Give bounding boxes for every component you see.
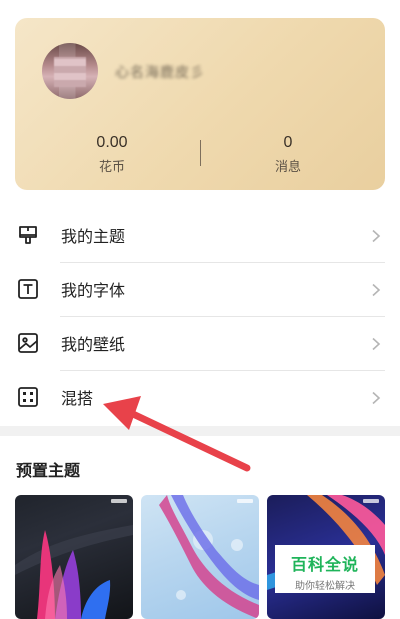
status-bar-indicator [111,499,127,503]
preset-themes-title: 预置主题 [16,461,81,480]
watermark-title: 百科全说 [290,555,359,574]
coins-label: 花币 [98,160,125,175]
messages-value: 0 [283,134,293,151]
watermark-badge: 百科全说 助你轻松解决 [275,545,375,593]
chevron-right-icon [369,336,383,351]
chevron-right-icon [369,228,383,243]
messages-label: 消息 [274,160,301,175]
annotation-arrow-icon [103,396,251,472]
menu-item-label: 我的壁纸 [61,335,126,354]
coins-stat[interactable]: 0.00 花币 [52,134,172,175]
mix-dice-icon [15,384,41,410]
image-icon [15,330,41,356]
font-icon [15,276,41,302]
menu-item-label: 我的字体 [61,281,126,300]
paint-brush-icon [15,222,41,248]
ribbon-artwork [15,525,133,619]
preset-theme-thumbnail-light[interactable] [141,495,259,619]
status-bar-indicator [237,499,253,503]
preset-theme-thumbnail-dark[interactable] [15,495,133,619]
profile-card[interactable]: 心名海鹿皮彡 0.00 花币 0 消息 [15,18,385,190]
menu-item-my-fonts[interactable]: 我的字体 [15,262,385,316]
chevron-right-icon [369,282,383,297]
watermark-subtitle: 助你轻松解决 [295,581,355,592]
coins-value: 0.00 [96,134,128,151]
menu-item-my-themes[interactable]: 我的主题 [15,208,385,262]
username[interactable]: 心名海鹿皮彡 [115,62,225,81]
messages-stat[interactable]: 0 消息 [228,134,348,175]
avatar[interactable] [42,43,98,99]
stat-divider [200,140,201,166]
menu-item-my-wallpapers[interactable]: 我的壁纸 [15,316,385,370]
status-bar-indicator [363,499,379,503]
ribbon-artwork [159,495,259,619]
chevron-right-icon [369,390,383,405]
menu-item-label: 我的主题 [61,227,126,246]
